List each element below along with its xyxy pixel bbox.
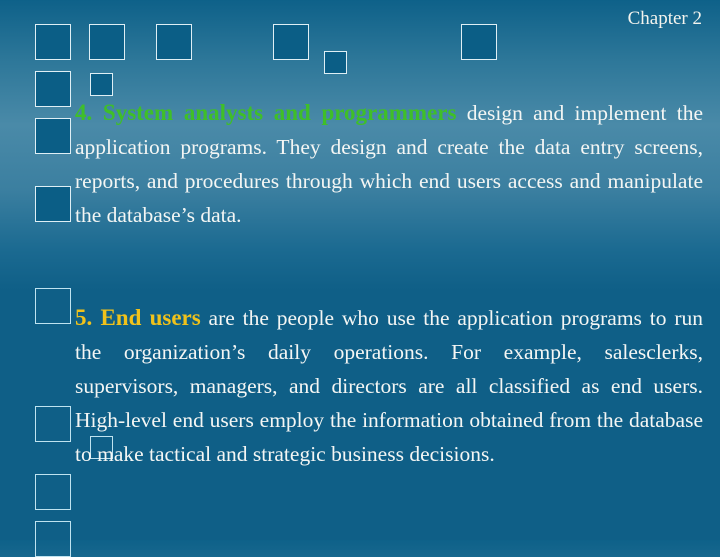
- decorative-square: [461, 24, 497, 60]
- chapter-label: Chapter 2: [627, 8, 702, 29]
- decorative-square: [35, 71, 71, 107]
- decorative-square: [35, 406, 71, 442]
- decorative-square: [324, 51, 347, 74]
- decorative-square: [89, 24, 125, 60]
- item-term: 4. System analysts and programmers: [75, 100, 457, 125]
- decorative-square: [35, 24, 71, 60]
- decorative-square: [273, 24, 309, 60]
- item-system-analysts: 4. System analysts and programmers desig…: [75, 96, 703, 232]
- decorative-square: [156, 24, 192, 60]
- decorative-square: [35, 521, 71, 557]
- item-body: are the people who use the application p…: [75, 306, 703, 466]
- decorative-square: [35, 288, 71, 324]
- decorative-square: [90, 73, 113, 96]
- item-term: 5. End users: [75, 305, 201, 330]
- decorative-square: [35, 118, 71, 154]
- decorative-square: [35, 186, 71, 222]
- decorative-square: [35, 474, 71, 510]
- item-end-users: 5. End users are the people who use the …: [75, 301, 703, 471]
